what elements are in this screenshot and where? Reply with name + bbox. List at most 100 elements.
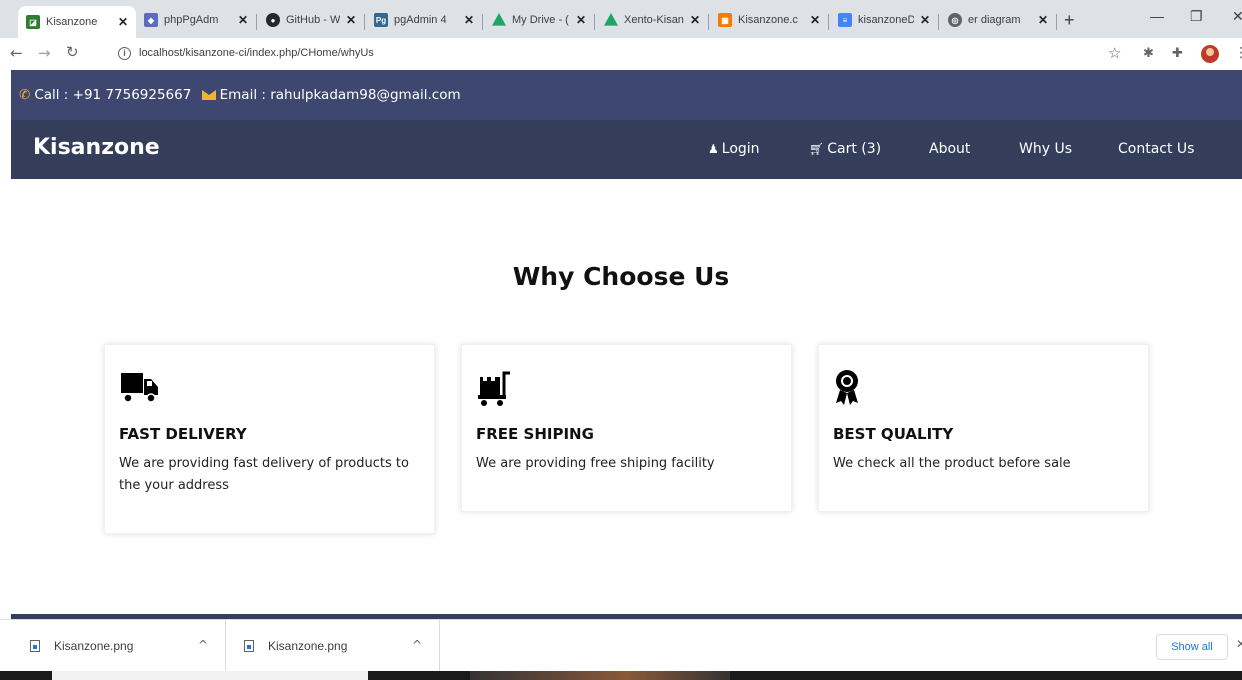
login-label: Login (721, 141, 760, 157)
close-icon[interactable]: ✕ (346, 13, 356, 27)
tab-kisanzone-doc[interactable]: ≡ kisanzoneD ✕ (830, 6, 938, 34)
google-drive-icon (492, 13, 506, 26)
tab-divider (938, 14, 939, 30)
close-icon[interactable]: ✕ (810, 13, 820, 27)
why-us-link[interactable]: Why Us (1019, 141, 1072, 157)
download-item[interactable]: Kisanzone.png ^ (226, 620, 440, 672)
cart-link[interactable]: 🛒︎ Cart (3) (809, 141, 881, 157)
contact-us-link[interactable]: Contact Us (1118, 141, 1194, 157)
back-arrow-icon[interactable]: ← (10, 44, 23, 62)
feature-title: BEST QUALITY (833, 425, 954, 443)
phone-icon: ✆ (19, 87, 31, 103)
shopping-cart-icon: 🛒︎ (809, 142, 825, 156)
feature-description: We are providing free shiping facility (476, 456, 715, 471)
close-window-icon[interactable]: ✕ (1232, 8, 1242, 25)
about-link[interactable]: About (929, 141, 970, 157)
feature-card-best-quality: BEST QUALITY We check all the product be… (818, 344, 1149, 512)
globe-icon: ◎ (948, 13, 962, 27)
tab-divider (482, 14, 483, 30)
show-all-button[interactable]: Show all (1156, 634, 1228, 660)
tab-label: pgAdmin 4 (394, 14, 447, 26)
cart-label: Cart (3) (827, 141, 882, 157)
close-icon[interactable]: ✕ (464, 13, 474, 27)
profile-avatar-icon[interactable] (1201, 45, 1219, 63)
google-drive-icon (604, 13, 618, 26)
tab-github[interactable]: ● GitHub - W ✕ (258, 6, 364, 34)
email-text[interactable]: Email : rahulpkadam98@gmail.com (220, 87, 461, 103)
main-navbar: Kisanzone ♟ Login 🛒︎ Cart (3) About Why Us… (11, 120, 1242, 179)
bug-extension-icon[interactable]: ✱ (1143, 46, 1154, 61)
close-icon[interactable]: ✕ (576, 13, 586, 27)
orange-app-favicon-icon: ▦ (718, 13, 732, 27)
download-filename: Kisanzone.png (54, 639, 134, 653)
url-input[interactable]: localhost/kisanzone-ci/index.php/CHome/w… (139, 47, 374, 59)
address-bar: ← → ↻ i localhost/kisanzone-ci/index.php… (0, 38, 1242, 70)
tab-divider (364, 14, 365, 30)
tab-kisanzone-c[interactable]: ▦ Kisanzone.c ✕ (710, 6, 828, 34)
tab-pgadmin[interactable]: Pg pgAdmin 4 ✕ (366, 6, 482, 34)
tab-label: kisanzoneD (858, 14, 914, 26)
close-icon[interactable]: ✕ (920, 13, 930, 27)
taskbar-search-box[interactable] (52, 671, 368, 680)
tab-phppgadmin[interactable]: ◆ phpPgAdm ✕ (136, 6, 256, 34)
tab-label: My Drive - ( (512, 14, 569, 26)
dolly-icon (478, 371, 510, 406)
truck-icon (121, 373, 158, 403)
chevron-up-icon[interactable]: ^ (198, 638, 208, 652)
minimize-icon[interactable]: — (1150, 8, 1164, 24)
chevron-up-icon[interactable]: ^ (412, 638, 422, 652)
envelope-icon (201, 90, 216, 100)
tab-kisanzone[interactable]: ◪ Kisanzone ✕ (18, 6, 136, 38)
github-icon: ● (266, 13, 280, 27)
feature-card-free-shipping: FREE SHIPING We are providing free shipi… (461, 344, 792, 512)
tab-divider (1056, 14, 1057, 30)
tab-label: phpPgAdm (164, 14, 219, 26)
tab-divider (256, 14, 257, 30)
tab-divider (708, 14, 709, 30)
phppgadmin-favicon-icon: ◆ (144, 13, 158, 27)
tab-label: GitHub - W (286, 14, 340, 26)
download-filename: Kisanzone.png (268, 639, 348, 653)
user-icon: ♟ (708, 142, 719, 156)
award-icon (836, 370, 858, 405)
restore-window-icon[interactable]: ❐ (1190, 8, 1203, 25)
tab-label: Kisanzone.c (738, 14, 798, 26)
pgadmin-favicon-icon: Pg (374, 13, 388, 27)
login-link[interactable]: ♟ Login (708, 141, 760, 157)
tab-divider (828, 14, 829, 30)
close-icon[interactable]: ✕ (690, 13, 700, 27)
bookmark-star-icon[interactable]: ☆ (1108, 44, 1121, 62)
reload-icon[interactable]: ↻ (66, 43, 79, 61)
feature-card-fast-delivery: FAST DELIVERY We are providing fast deli… (104, 344, 435, 534)
tab-divider (594, 14, 595, 30)
close-icon[interactable]: ✕ (1038, 13, 1048, 27)
forward-arrow-icon[interactable]: → (38, 44, 51, 62)
feature-description: We are providing fast delivery of produc… (119, 456, 409, 493)
contact-topbar: ✆ Call : +91 7756925667 Email : rahulpkad… (11, 70, 1242, 120)
puzzle-extension-icon[interactable]: ✚ (1172, 46, 1183, 61)
feature-description: We check all the product before sale (833, 456, 1071, 471)
tab-my-drive[interactable]: My Drive - ( ✕ (484, 6, 594, 34)
feature-title: FREE SHIPING (476, 425, 594, 443)
brand-logo-text[interactable]: Kisanzone (33, 135, 160, 160)
kisanzone-favicon-icon: ◪ (26, 15, 40, 29)
close-download-bar-icon[interactable]: ✕ (1236, 637, 1242, 651)
browser-tab-strip: ◪ Kisanzone ✕ ◆ phpPgAdm ✕ ● GitHub - W … (0, 0, 1242, 38)
close-icon[interactable]: ✕ (238, 13, 248, 27)
tab-label: Xento-Kisan (624, 14, 684, 26)
taskbar-app-strip (470, 671, 730, 680)
tab-label: er diagram (968, 14, 1021, 26)
tab-xento-kisan[interactable]: Xento-Kisan ✕ (596, 6, 708, 34)
tab-er-diagram[interactable]: ◎ er diagram ✕ (940, 6, 1056, 34)
image-file-icon (244, 640, 254, 652)
google-docs-icon: ≡ (838, 13, 852, 27)
close-icon[interactable]: ✕ (118, 15, 128, 29)
tab-label: Kisanzone (46, 16, 98, 28)
menu-kebab-icon[interactable]: ⋮ (1234, 45, 1242, 61)
os-taskbar (0, 671, 1242, 680)
new-tab-plus-icon[interactable]: + (1064, 10, 1075, 31)
site-info-icon[interactable]: i (118, 47, 131, 60)
download-item[interactable]: Kisanzone.png ^ (12, 620, 226, 672)
image-file-icon (30, 640, 40, 652)
call-text: Call : +91 7756925667 (34, 87, 192, 103)
